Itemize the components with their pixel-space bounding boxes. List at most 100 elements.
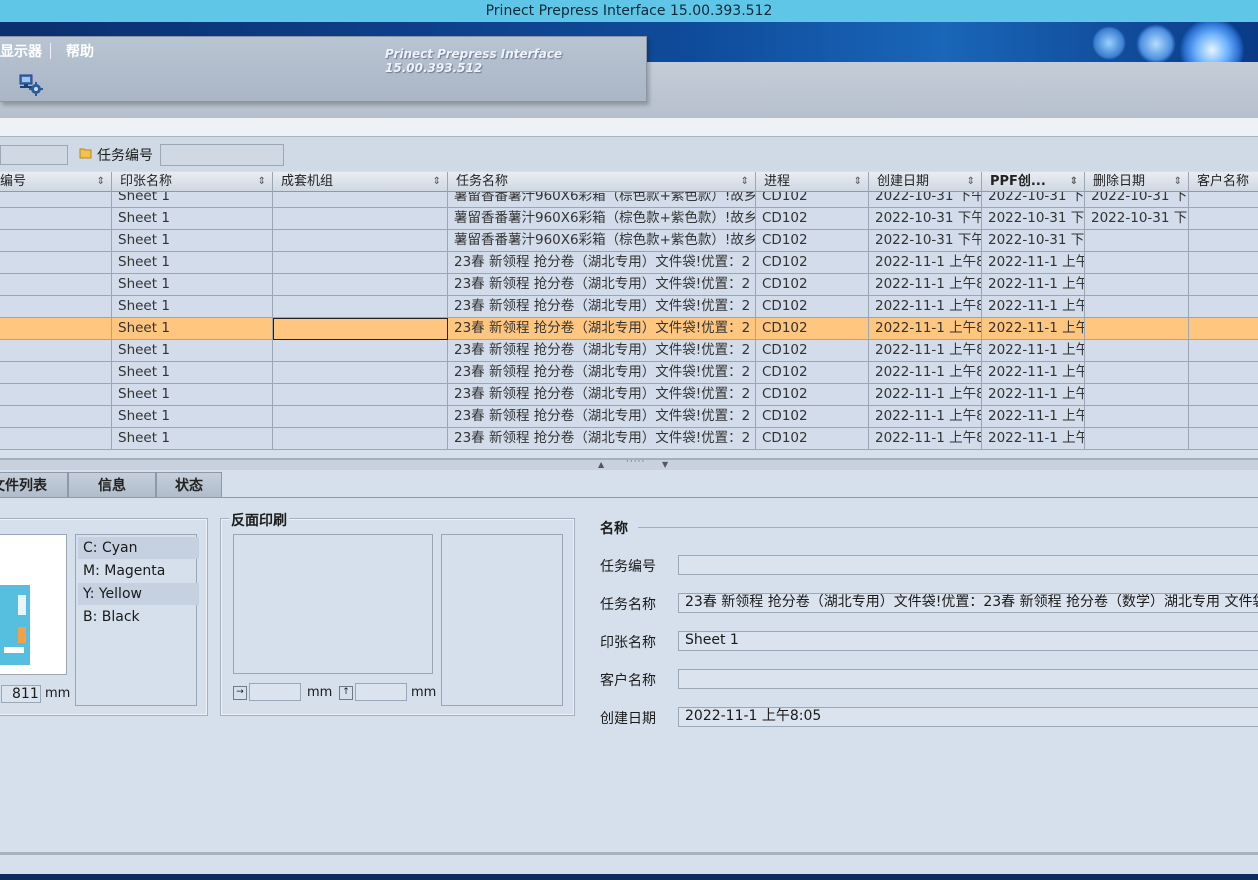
tab-status[interactable]: 状态 xyxy=(156,472,222,498)
cell-job-name[interactable]: 23春 新领程 抢分卷（湖北专用）文件袋!优置：2 xyxy=(448,406,756,428)
cell-process[interactable]: CD102 xyxy=(756,318,869,340)
splitter-down-icon[interactable]: ▼ xyxy=(662,460,668,469)
tab-file-list[interactable]: 文件列表 xyxy=(0,472,68,498)
cell-ppf-created[interactable]: 2022-11-1 上午 xyxy=(982,296,1085,318)
table-row[interactable]: Sheet 1 23春 新领程 抢分卷（湖北专用）文件袋!优置：2 CD102 202… xyxy=(0,428,1258,450)
cell-customer-name[interactable] xyxy=(1189,230,1258,252)
cell-number[interactable] xyxy=(0,406,112,428)
cell-sheet-name[interactable]: Sheet 1 xyxy=(112,208,273,230)
cell-unit-set[interactable] xyxy=(273,252,448,274)
cell-sheet-name[interactable]: Sheet 1 xyxy=(112,296,273,318)
table-row[interactable]: Sheet 1 23春 新领程 抢分卷（湖北专用）文件袋!优置：2 CD102 202… xyxy=(0,340,1258,362)
back-color-list[interactable] xyxy=(441,534,563,706)
cell-customer-name[interactable] xyxy=(1189,208,1258,230)
cell-deleted-date[interactable] xyxy=(1085,274,1189,296)
cell-job-name[interactable]: 薯留香番薯汁960X6彩箱（棕色款+紫色款）!故乡 xyxy=(448,230,756,252)
cell-ppf-created[interactable]: 2022-11-1 上午 xyxy=(982,274,1085,296)
table-row[interactable]: Sheet 1 薯留香番薯汁960X6彩箱（棕色款+紫色款）!故乡 CD102 202… xyxy=(0,208,1258,230)
cell-job-name[interactable]: 23春 新领程 抢分卷（湖北专用）文件袋!优置：2 xyxy=(448,362,756,384)
cell-ppf-created[interactable]: 2022-11-1 上午 xyxy=(982,362,1085,384)
cell-customer-name[interactable] xyxy=(1189,340,1258,362)
menu-display[interactable]: 显示器 xyxy=(0,41,42,61)
cell-created-date[interactable]: 2022-10-31 下午 xyxy=(869,230,982,252)
cell-number[interactable] xyxy=(0,208,112,230)
cell-process[interactable]: CD102 xyxy=(756,340,869,362)
cell-unit-set[interactable] xyxy=(273,274,448,296)
cell-created-date[interactable]: 2022-10-31 下午 xyxy=(869,208,982,230)
sort-icon[interactable]: ⇕ xyxy=(1174,172,1182,192)
splitter-grip-icon[interactable]: ····· xyxy=(626,457,645,467)
cell-ppf-created[interactable]: 2022-10-31 下午 xyxy=(982,230,1085,252)
front-color-list[interactable]: C: Cyan M: Magenta Y: Yellow B: Black xyxy=(75,534,199,706)
cell-deleted-date[interactable] xyxy=(1085,406,1189,428)
cell-process[interactable]: CD102 xyxy=(756,296,869,318)
table-row[interactable]: Sheet 1 23春 新领程 抢分卷（湖北专用）文件袋!优置：2 CD102 202… xyxy=(0,274,1258,296)
cell-job-name[interactable]: 薯留香番薯汁960X6彩箱（棕色款+紫色款）!故乡 xyxy=(448,208,756,230)
front-width-field[interactable]: 811 xyxy=(1,685,41,703)
cell-created-date[interactable]: 2022-11-1 上午8 xyxy=(869,252,982,274)
cell-created-date[interactable]: 2022-11-1 上午8 xyxy=(869,406,982,428)
cell-number[interactable] xyxy=(0,318,112,340)
back-x-field[interactable] xyxy=(249,683,301,701)
cell-number[interactable] xyxy=(0,296,112,318)
cell-deleted-date[interactable] xyxy=(1085,252,1189,274)
cell-unit-set[interactable] xyxy=(273,362,448,384)
back-y-field[interactable] xyxy=(355,683,407,701)
network-settings-button[interactable] xyxy=(18,73,44,97)
cell-ppf-created[interactable]: 2022-11-1 上午 xyxy=(982,340,1085,362)
cell-number[interactable] xyxy=(0,340,112,362)
cell-job-name[interactable]: 23春 新领程 抢分卷（湖北专用）文件袋!优置：2 xyxy=(448,318,756,340)
color-yellow[interactable]: Y: Yellow xyxy=(78,583,199,605)
cell-unit-set[interactable] xyxy=(273,296,448,318)
cell-customer-name[interactable] xyxy=(1189,406,1258,428)
header-col-number[interactable]: 编号 ⇕ xyxy=(0,172,112,192)
header-col-process[interactable]: 进程 ⇕ xyxy=(756,172,869,192)
cell-job-name[interactable]: 23春 新领程 抢分卷（湖北专用）文件袋!优置：2 xyxy=(448,428,756,450)
header-col-customer-name[interactable]: 客户名称 xyxy=(1189,172,1258,192)
cell-sheet-name[interactable]: Sheet 1 xyxy=(112,252,273,274)
table-row[interactable]: Sheet 1 23春 新领程 抢分卷（湖北专用）文件袋!优置：2 CD102 202… xyxy=(0,362,1258,384)
cell-number[interactable] xyxy=(0,230,112,252)
color-black[interactable]: B: Black xyxy=(78,606,199,628)
sort-icon[interactable]: ⇕ xyxy=(258,172,266,192)
cell-created-date[interactable]: 2022-11-1 上午8 xyxy=(869,428,982,450)
header-col-job-name[interactable]: 任务名称 ⇕ xyxy=(448,172,756,192)
job-number-filter-input[interactable] xyxy=(160,144,284,166)
cell-customer-name[interactable] xyxy=(1189,318,1258,340)
cell-number[interactable] xyxy=(0,252,112,274)
cell-process[interactable]: CD102 xyxy=(756,362,869,384)
cell-created-date[interactable]: 2022-11-1 上午8 xyxy=(869,340,982,362)
cell-sheet-name[interactable]: Sheet 1 xyxy=(112,428,273,450)
cell-unit-set[interactable] xyxy=(273,230,448,252)
color-magenta[interactable]: M: Magenta xyxy=(78,560,199,582)
sort-icon[interactable]: ⇕ xyxy=(854,172,862,192)
cell-process[interactable]: CD102 xyxy=(756,384,869,406)
table-row[interactable]: Sheet 1 23春 新领程 抢分卷（湖北专用）文件袋!优置：2 CD102 202… xyxy=(0,406,1258,428)
cell-unit-set[interactable] xyxy=(273,406,448,428)
cell-created-date[interactable]: 2022-11-1 上午8 xyxy=(869,362,982,384)
cell-sheet-name[interactable]: Sheet 1 xyxy=(112,406,273,428)
sort-icon[interactable]: ⇕ xyxy=(1070,172,1078,192)
cell-sheet-name[interactable]: Sheet 1 xyxy=(112,318,273,340)
cell-sheet-name[interactable]: Sheet 1 xyxy=(112,230,273,252)
table-row-selected[interactable]: Sheet 1 23春 新领程 抢分卷（湖北专用）文件袋!优置：2 CD102 202… xyxy=(0,318,1258,340)
cell-customer-name[interactable] xyxy=(1189,252,1258,274)
header-col-deleted-date[interactable]: 删除日期 ⇕ xyxy=(1085,172,1189,192)
cell-process[interactable]: CD102 xyxy=(756,274,869,296)
table-row[interactable]: Sheet 1 23春 新领程 抢分卷（湖北专用）文件袋!优置：2 CD102 202… xyxy=(0,384,1258,406)
header-col-unit-set[interactable]: 成套机组 ⇕ xyxy=(273,172,448,192)
cell-job-name[interactable]: 23春 新领程 抢分卷（湖北专用）文件袋!优置：2 xyxy=(448,296,756,318)
cell-process[interactable]: CD102 xyxy=(756,230,869,252)
sort-icon[interactable]: ⇕ xyxy=(433,172,441,192)
cell-customer-name[interactable] xyxy=(1189,362,1258,384)
sort-icon[interactable]: ⇕ xyxy=(741,172,749,192)
job-number-field[interactable] xyxy=(678,555,1258,575)
tab-info[interactable]: 信息 xyxy=(68,472,156,498)
cell-number[interactable] xyxy=(0,428,112,450)
cell-deleted-date[interactable]: 2022-10-31 下午 xyxy=(1085,208,1189,230)
table-row[interactable]: Sheet 1 薯留香番薯汁960X6彩箱（棕色款+紫色款）!故乡 CD102 202… xyxy=(0,230,1258,252)
cell-job-name[interactable]: 23春 新领程 抢分卷（湖北专用）文件袋!优置：2 xyxy=(448,384,756,406)
cell-deleted-date[interactable] xyxy=(1085,230,1189,252)
table-row[interactable]: Sheet 1 23春 新领程 抢分卷（湖北专用）文件袋!优置：2 CD102 202… xyxy=(0,296,1258,318)
cell-process[interactable]: CD102 xyxy=(756,406,869,428)
